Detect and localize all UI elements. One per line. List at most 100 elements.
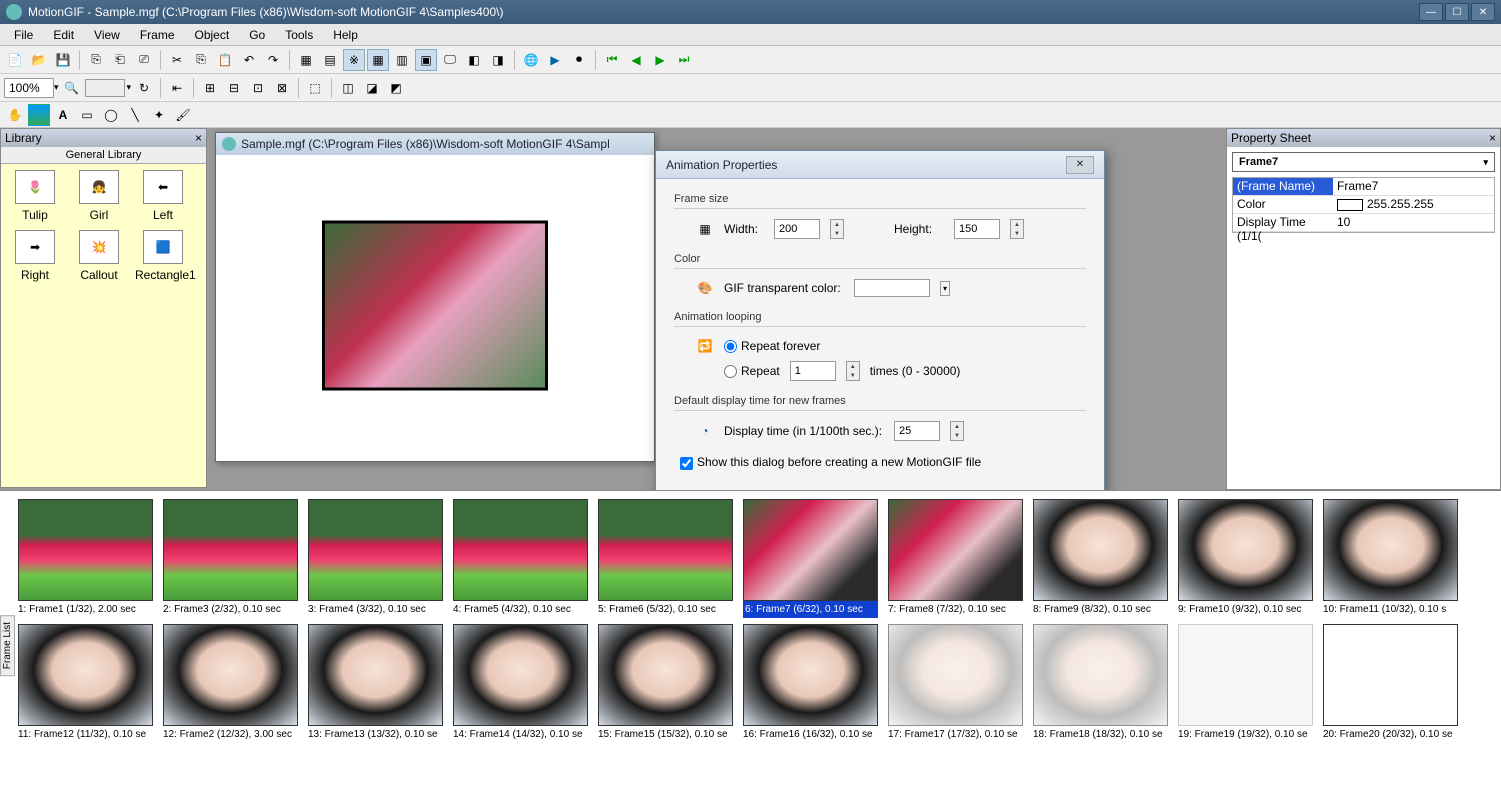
property-row[interactable]: (Frame Name)Frame7: [1233, 178, 1494, 196]
height-input[interactable]: [954, 219, 1000, 239]
rect-tool[interactable]: ▭: [76, 104, 98, 126]
frame-thumbnail[interactable]: 14: Frame14 (14/32), 0.10 se: [453, 624, 588, 740]
frame-thumbnail[interactable]: 16: Frame16 (16/32), 0.10 se: [743, 624, 878, 740]
frame-thumbnail[interactable]: 12: Frame2 (12/32), 3.00 sec: [163, 624, 298, 740]
play-button[interactable]: ▶: [544, 49, 566, 71]
arrange1-button[interactable]: ◫: [337, 77, 359, 99]
library-close-icon[interactable]: ×: [195, 131, 202, 145]
paste-button[interactable]: 📋: [214, 49, 236, 71]
align1-button[interactable]: ⇤: [166, 77, 188, 99]
first-button[interactable]: ⏮: [601, 49, 623, 71]
last-button[interactable]: ⏭: [673, 49, 695, 71]
prev-button[interactable]: ◀: [625, 49, 647, 71]
frame-thumbnail[interactable]: 1: Frame1 (1/32), 2.00 sec: [18, 499, 153, 618]
hand-tool[interactable]: ✋: [4, 104, 26, 126]
refresh-button[interactable]: ↻: [133, 77, 155, 99]
frame-thumbnail[interactable]: 7: Frame8 (7/32), 0.10 sec: [888, 499, 1023, 618]
height-spinner[interactable]: ▲▼: [1010, 219, 1024, 239]
width-spinner[interactable]: ▲▼: [830, 219, 844, 239]
align2-button[interactable]: ⊞: [199, 77, 221, 99]
align5-button[interactable]: ⊠: [271, 77, 293, 99]
dialog-close-button[interactable]: ✕: [1066, 156, 1094, 174]
close-button[interactable]: ✕: [1471, 3, 1495, 21]
maximize-button[interactable]: ☐: [1445, 3, 1469, 21]
align3-button[interactable]: ⊟: [223, 77, 245, 99]
stop-button[interactable]: ⏺: [568, 49, 590, 71]
frame-thumbnail[interactable]: 17: Frame17 (17/32), 0.10 se: [888, 624, 1023, 740]
library-tab-general[interactable]: General Library: [1, 147, 206, 164]
color-swatch[interactable]: [85, 79, 125, 97]
repeat-forever-radio[interactable]: Repeat forever: [724, 339, 820, 353]
new-button[interactable]: 📄: [4, 49, 26, 71]
undo-button[interactable]: ↶: [238, 49, 260, 71]
canvas[interactable]: [322, 221, 548, 391]
opt1-button[interactable]: ◧: [463, 49, 485, 71]
arrange2-button[interactable]: ◪: [361, 77, 383, 99]
web-button[interactable]: 🌐: [520, 49, 542, 71]
frame-thumbnail[interactable]: 20: Frame20 (20/32), 0.10 se: [1323, 624, 1458, 740]
minimize-button[interactable]: —: [1419, 3, 1443, 21]
group-button[interactable]: ⬚: [304, 77, 326, 99]
frame-thumbnail[interactable]: 3: Frame4 (3/32), 0.10 sec: [308, 499, 443, 618]
menu-frame[interactable]: Frame: [130, 26, 185, 44]
menu-view[interactable]: View: [84, 26, 130, 44]
ellipse-tool[interactable]: ◯: [100, 104, 122, 126]
property-row[interactable]: Color255.255.255: [1233, 196, 1494, 214]
library-item-right[interactable]: ➡Right: [7, 230, 63, 282]
library-item-tulip[interactable]: 🌷Tulip: [7, 170, 63, 222]
export2-button[interactable]: ⎚: [133, 49, 155, 71]
repeat-count-input[interactable]: [790, 361, 836, 381]
align4-button[interactable]: ⊡: [247, 77, 269, 99]
property-object-dropdown[interactable]: Frame7: [1232, 152, 1495, 172]
next-button[interactable]: ▶: [649, 49, 671, 71]
opt2-button[interactable]: ◨: [487, 49, 509, 71]
frame-thumbnail[interactable]: 15: Frame15 (15/32), 0.10 se: [598, 624, 733, 740]
frame-thumbnail[interactable]: 19: Frame19 (19/32), 0.10 se: [1178, 624, 1313, 740]
grid1-button[interactable]: ▦: [295, 49, 317, 71]
menu-edit[interactable]: Edit: [43, 26, 84, 44]
view1-button[interactable]: ※: [343, 49, 365, 71]
frame-thumbnail[interactable]: 18: Frame18 (18/32), 0.10 se: [1033, 624, 1168, 740]
library-item-girl[interactable]: 👧Girl: [71, 170, 127, 222]
frame-thumbnail[interactable]: 2: Frame3 (2/32), 0.10 sec: [163, 499, 298, 618]
transparent-color-well[interactable]: [854, 279, 930, 297]
property-row[interactable]: Display Time (1/1(10: [1233, 214, 1494, 232]
menu-tools[interactable]: Tools: [275, 26, 323, 44]
redo-button[interactable]: ↷: [262, 49, 284, 71]
frame-thumbnail[interactable]: 11: Frame12 (11/32), 0.10 se: [18, 624, 153, 740]
save-button[interactable]: 💾: [52, 49, 74, 71]
copy-button[interactable]: ⎘: [190, 49, 212, 71]
image-tool[interactable]: [28, 104, 50, 126]
frame-thumbnail[interactable]: 13: Frame13 (13/32), 0.10 se: [308, 624, 443, 740]
repeat-radio[interactable]: Repeat: [724, 364, 780, 378]
frame-list-tab[interactable]: Frame List: [0, 615, 15, 676]
arrange3-button[interactable]: ◩: [385, 77, 407, 99]
frame-thumbnail[interactable]: 8: Frame9 (8/32), 0.10 sec: [1033, 499, 1168, 618]
view4-button[interactable]: ▣: [415, 49, 437, 71]
preview-button[interactable]: 🖵: [439, 49, 461, 71]
brush-tool[interactable]: 🖌: [172, 104, 194, 126]
property-sheet-close-icon[interactable]: ×: [1489, 131, 1496, 145]
frame-thumbnail[interactable]: 6: Frame7 (6/32), 0.10 sec: [743, 499, 878, 618]
zoom-fit-button[interactable]: 🔍: [61, 77, 83, 99]
view2-button[interactable]: ▦: [367, 49, 389, 71]
library-item-left[interactable]: ⬅Left: [135, 170, 191, 222]
export-button[interactable]: ⎗: [109, 49, 131, 71]
frame-thumbnail[interactable]: 4: Frame5 (4/32), 0.10 sec: [453, 499, 588, 618]
menu-help[interactable]: Help: [323, 26, 368, 44]
star-tool[interactable]: ✦: [148, 104, 170, 126]
import-button[interactable]: ⎘: [85, 49, 107, 71]
frame-thumbnail[interactable]: 5: Frame6 (5/32), 0.10 sec: [598, 499, 733, 618]
show-dialog-checkbox[interactable]: Show this dialog before creating a new M…: [674, 455, 1086, 470]
display-time-spinner[interactable]: ▲▼: [950, 421, 964, 441]
color-dropdown-icon[interactable]: ▾: [940, 281, 950, 296]
menu-file[interactable]: File: [4, 26, 43, 44]
repeat-spinner[interactable]: ▲▼: [846, 361, 860, 381]
zoom-input[interactable]: [4, 78, 54, 98]
cut-button[interactable]: ✂: [166, 49, 188, 71]
library-item-callout[interactable]: 💥Callout: [71, 230, 127, 282]
open-button[interactable]: 📂: [28, 49, 50, 71]
text-tool[interactable]: A: [52, 104, 74, 126]
frame-thumbnail[interactable]: 9: Frame10 (9/32), 0.10 sec: [1178, 499, 1313, 618]
library-item-rectangle1[interactable]: 🟦Rectangle1: [135, 230, 191, 282]
